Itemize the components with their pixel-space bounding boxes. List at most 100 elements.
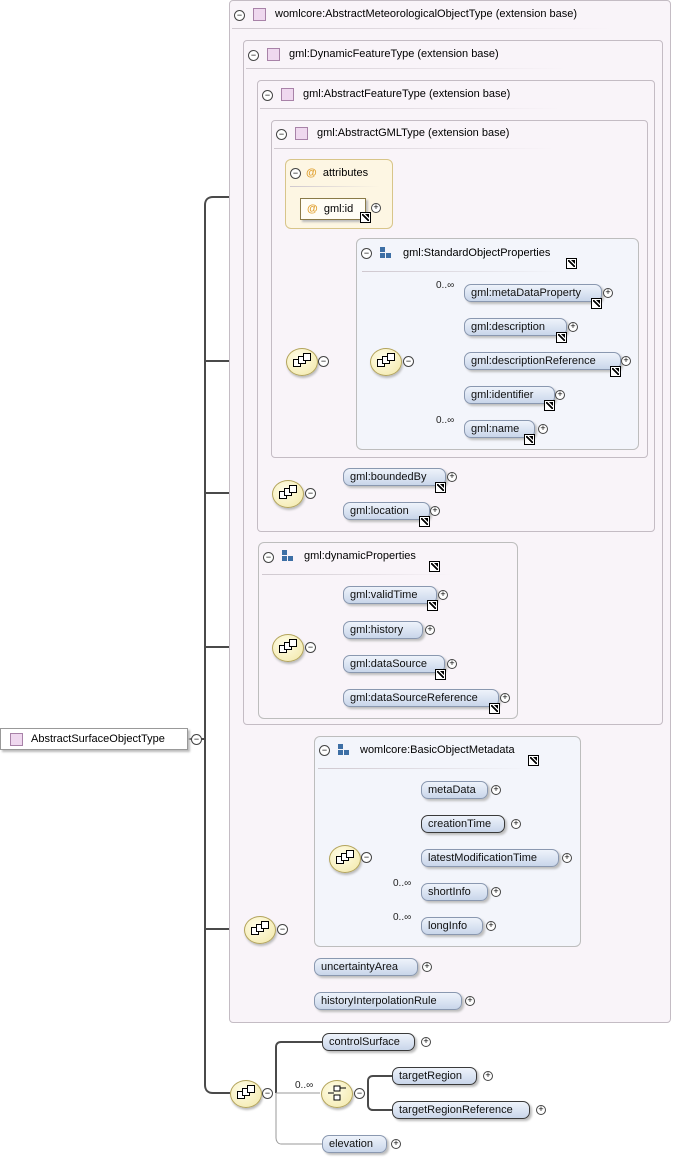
collapse-root-button[interactable]: − xyxy=(191,734,202,745)
expand-latestmodificationtime-button[interactable]: + xyxy=(562,853,572,863)
element-gml-location[interactable]: gml:location xyxy=(343,502,430,520)
collapse-sequence-button[interactable]: − xyxy=(318,356,329,367)
sequence-glyph xyxy=(336,850,354,865)
expand-uncertaintyarea-button[interactable]: + xyxy=(422,962,432,972)
element-gml-datasourcereference[interactable]: gml:dataSourceReference xyxy=(343,689,499,707)
attribute-gml-id-label: gml:id xyxy=(323,203,354,215)
element-targetregionreference[interactable]: targetRegionReference xyxy=(392,1101,530,1119)
choice-compositor-icon[interactable] xyxy=(321,1080,353,1108)
element-gml-boundedby[interactable]: gml:boundedBy xyxy=(343,468,446,486)
reference-arrow-icon xyxy=(566,258,577,269)
collapse-sequence-button[interactable]: − xyxy=(262,1088,273,1099)
group-icon xyxy=(282,550,294,562)
sequence-compositor-icon[interactable] xyxy=(329,845,361,873)
expand-shortinfo-button[interactable]: + xyxy=(491,887,501,897)
sequence-glyph xyxy=(377,353,395,368)
element-longinfo[interactable]: longInfo xyxy=(421,917,483,935)
collapse-choice-button[interactable]: − xyxy=(354,1088,365,1099)
attributes-title: @ attributes xyxy=(306,165,368,181)
complex-type-icon xyxy=(267,48,280,61)
expand-identifier-button[interactable]: + xyxy=(555,390,565,400)
expand-creationtime-button[interactable]: + xyxy=(511,819,521,829)
extension-title-dynamic-feature: gml:DynamicFeatureType (extension base) xyxy=(289,48,499,60)
multiplicity-label: 0..∞ xyxy=(295,1080,314,1091)
attribute-icon: @ xyxy=(306,167,317,179)
element-uncertaintyarea[interactable]: uncertaintyArea xyxy=(314,958,418,976)
expand-description-button[interactable]: + xyxy=(568,322,578,332)
extension-title-abstract-gml: gml:AbstractGMLType (extension base) xyxy=(317,127,510,139)
sequence-glyph xyxy=(251,921,269,936)
group-title-standard-object-properties: gml:StandardObjectProperties xyxy=(403,247,551,259)
expand-metadataproperty-button[interactable]: + xyxy=(603,288,613,298)
element-gml-descriptionreference[interactable]: gml:descriptionReference xyxy=(464,352,621,370)
root-type-abstractsurfaceobjecttype[interactable]: AbstractSurfaceObjectType xyxy=(0,728,188,750)
sequence-compositor-icon[interactable] xyxy=(230,1080,262,1108)
attribute-gml-id[interactable]: @ gml:id xyxy=(300,198,366,220)
collapse-abstract-feature-button[interactable]: − xyxy=(262,90,273,101)
expand-datasource-button[interactable]: + xyxy=(447,659,457,669)
attribute-icon: @ xyxy=(307,203,318,215)
element-gml-datasource[interactable]: gml:dataSource xyxy=(343,655,445,673)
collapse-sequence-button[interactable]: − xyxy=(277,924,288,935)
collapse-sequence-button[interactable]: − xyxy=(403,356,414,367)
element-controlsurface[interactable]: controlSurface xyxy=(322,1033,415,1051)
reference-arrow-icon xyxy=(489,703,500,714)
collapse-basic-object-metadata-button[interactable]: − xyxy=(319,745,330,756)
expand-history-button[interactable]: + xyxy=(425,625,435,635)
element-creationtime[interactable]: creationTime xyxy=(421,815,505,833)
collapse-meteorological-object-button[interactable]: − xyxy=(234,10,245,21)
group-icon xyxy=(338,744,350,756)
sequence-compositor-icon[interactable] xyxy=(370,348,402,376)
collapse-abstract-gml-button[interactable]: − xyxy=(276,129,287,140)
collapse-sequence-button[interactable]: − xyxy=(305,488,316,499)
collapse-sequence-button[interactable]: − xyxy=(361,852,372,863)
reference-arrow-icon xyxy=(524,434,535,445)
reference-arrow-icon xyxy=(427,600,438,611)
group-title-basic-object-metadata: womlcore:BasicObjectMetadata xyxy=(360,744,515,756)
reference-arrow-icon xyxy=(360,212,371,223)
expand-validtime-button[interactable]: + xyxy=(438,590,448,600)
element-gml-identifier[interactable]: gml:identifier xyxy=(464,386,555,404)
element-gml-validtime[interactable]: gml:validTime xyxy=(343,586,437,604)
expand-location-button[interactable]: + xyxy=(430,506,440,516)
sequence-compositor-icon[interactable] xyxy=(244,916,276,944)
element-gml-history[interactable]: gml:history xyxy=(343,621,423,639)
expand-targetregion-button[interactable]: + xyxy=(483,1071,493,1081)
expand-gml-id-button[interactable]: + xyxy=(371,203,381,213)
expand-boundedby-button[interactable]: + xyxy=(447,472,457,482)
sequence-compositor-icon[interactable] xyxy=(286,348,318,376)
element-gml-description[interactable]: gml:description xyxy=(464,318,567,336)
expand-descriptionreference-button[interactable]: + xyxy=(621,356,631,366)
sequence-glyph xyxy=(279,485,297,500)
multiplicity-label: 0..∞ xyxy=(393,878,412,889)
element-latestmodificationtime[interactable]: latestModificationTime xyxy=(421,849,559,867)
collapse-standard-object-properties-button[interactable]: − xyxy=(361,248,372,259)
collapse-dynamic-properties-button[interactable]: − xyxy=(263,552,274,563)
reference-arrow-icon xyxy=(556,332,567,343)
collapse-attributes-button[interactable]: − xyxy=(290,168,301,179)
reference-arrow-icon xyxy=(435,482,446,493)
element-elevation[interactable]: elevation xyxy=(322,1135,387,1153)
element-shortinfo[interactable]: shortInfo xyxy=(421,883,488,901)
expand-historyinterpolationrule-button[interactable]: + xyxy=(465,996,475,1006)
multiplicity-label: 0..∞ xyxy=(436,415,455,426)
reference-arrow-icon xyxy=(544,400,555,411)
collapse-dynamic-feature-button[interactable]: − xyxy=(248,50,259,61)
expand-elevation-button[interactable]: + xyxy=(391,1139,401,1149)
choice-glyph xyxy=(328,1085,346,1101)
element-gml-metadataproperty[interactable]: gml:metaDataProperty xyxy=(464,284,602,302)
reference-arrow-icon xyxy=(591,298,602,309)
expand-datasourcereference-button[interactable]: + xyxy=(500,693,510,703)
reference-arrow-icon xyxy=(419,516,430,527)
reference-arrow-icon xyxy=(610,366,621,377)
expand-longinfo-button[interactable]: + xyxy=(486,921,496,931)
element-targetregion[interactable]: targetRegion xyxy=(392,1067,477,1085)
extension-title-meteorological-object: womlcore:AbstractMeteorologicalObjectTyp… xyxy=(275,8,578,20)
expand-targetregionreference-button[interactable]: + xyxy=(536,1105,546,1115)
expand-metadata-button[interactable]: + xyxy=(491,785,501,795)
expand-controlsurface-button[interactable]: + xyxy=(421,1037,431,1047)
sequence-compositor-icon[interactable] xyxy=(272,480,304,508)
element-metadata[interactable]: metaData xyxy=(421,781,488,799)
element-historyinterpolationrule[interactable]: historyInterpolationRule xyxy=(314,992,462,1010)
expand-name-button[interactable]: + xyxy=(538,424,548,434)
